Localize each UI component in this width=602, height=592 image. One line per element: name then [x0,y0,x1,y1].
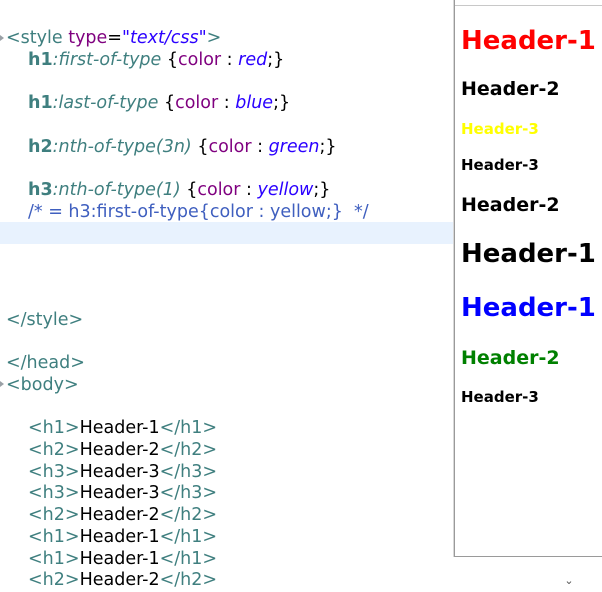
code-token: <h1> [28,549,80,569]
code-token: <h3> [28,462,80,482]
code-token: = [107,28,122,48]
code-token: h2 [28,137,53,157]
code-token: :last-of-type [52,93,164,113]
preview-heading-h3: Header-3 [461,120,539,138]
code-token: Header-2 [79,570,160,590]
code-token: : [221,50,239,70]
code-token: ;} [319,137,337,157]
code-token: blue [235,93,274,113]
code-token: :first-of-type [52,50,167,70]
code-line: </head> [6,352,85,374]
code-token: h1 [28,93,53,113]
code-token: <h2> [28,570,80,590]
code-token: <h1> [28,418,80,438]
code-token: Header-2 [79,505,160,525]
preview-heading-h3: Header-3 [461,388,539,406]
code-token: red [238,50,268,70]
code-token: > [206,28,222,48]
fold-marker-icon[interactable] [0,381,4,387]
code-token: </h2> [159,570,218,590]
preview-heading-h1: Header-1 [461,293,596,323]
code-token: color [178,50,222,70]
code-line: h3:nth-of-type(1) {color : yellow;} [6,179,330,201]
code-token: Header-1 [79,527,160,547]
code-token: h3 [28,180,53,200]
preview-heading-h2: Header-2 [461,78,560,100]
code-token: </h3> [159,462,218,482]
code-token: </h1> [159,527,218,547]
code-line: <h2>Header-2</h2> [6,504,217,526]
code-token: <h2> [28,440,80,460]
code-line: h1:last-of-type {color : blue;} [6,92,290,114]
code-token: Header-3 [79,483,160,503]
code-token: ;} [273,93,291,113]
code-line: <h1>Header-1</h1> [6,526,217,548]
code-token: <h3> [28,483,80,503]
code-token: green [268,137,320,157]
code-token: <h2> [28,505,80,525]
code-token: Header-1 [79,418,160,438]
code-token: color [197,180,241,200]
code-line: <h2>Header-2</h2> [6,439,217,461]
code-line: h2:nth-of-type(3n) {color : green;} [6,136,337,158]
preview-heading-h1: Header-1 [461,26,596,56]
preview-heading-h2: Header-2 [461,194,560,216]
code-token: color [175,93,219,113]
code-token: "text/css" [121,28,207,48]
current-line-highlight [0,222,454,244]
code-line: <h1>Header-1</h1> [6,548,217,570]
scroll-down-icon[interactable]: ⌄ [562,574,576,588]
code-token: <h1> [28,527,80,547]
preview-heading-h2: Header-2 [461,347,560,369]
code-token: type [68,28,108,48]
code-token: <body> [6,375,79,395]
code-token: /* = h3:first-of-type{color : yellow;} *… [28,202,369,222]
code-line: <h1>Header-1</h1> [6,417,217,439]
code-token: ;} [267,50,285,70]
preview-heading-h3: Header-3 [461,156,539,174]
code-token: </head> [6,353,85,373]
code-token: { [186,180,198,200]
code-token: <style [6,28,69,48]
code-token: color [208,137,252,157]
code-token: </h1> [159,549,218,569]
code-line: <body> [6,374,79,396]
code-line: /* = h3:first-of-type{color : yellow;} *… [6,201,369,223]
code-token: Header-3 [79,462,160,482]
code-token: ;} [313,180,331,200]
browser-preview-panel: Header-1 Header-2 Header-3 Header-3 Header-2… [454,0,602,557]
preview-top-border [455,0,602,6]
code-line: <h2>Header-2</h2> [6,569,217,591]
code-line: </style> [6,309,83,331]
code-token: : [251,137,269,157]
code-token: { [197,137,209,157]
code-line: h1:first-of-type {color : red;} [6,49,284,71]
code-token: yellow [257,180,314,200]
code-token: { [166,50,179,70]
code-token: </h1> [159,418,218,438]
code-token: </h2> [159,440,218,460]
code-line: <h3>Header-3</h3> [6,461,217,483]
code-token: :nth-of-type(3n) [52,137,198,157]
code-line: <style type="text/css"> [6,27,221,49]
code-token: : [218,93,236,113]
fold-marker-icon[interactable] [0,35,4,41]
code-token: </h3> [159,483,218,503]
code-token: </h2> [159,505,218,525]
code-token: : [240,180,258,200]
preview-heading-h1: Header-1 [461,239,596,269]
code-token: Header-2 [79,440,160,460]
code-token: { [163,93,176,113]
code-line: <h3>Header-3</h3> [6,482,217,504]
code-token: :nth-of-type(1) [52,180,187,200]
code-token: h1 [28,50,53,70]
code-token: Header-1 [79,549,160,569]
code-token: </style> [6,310,84,330]
